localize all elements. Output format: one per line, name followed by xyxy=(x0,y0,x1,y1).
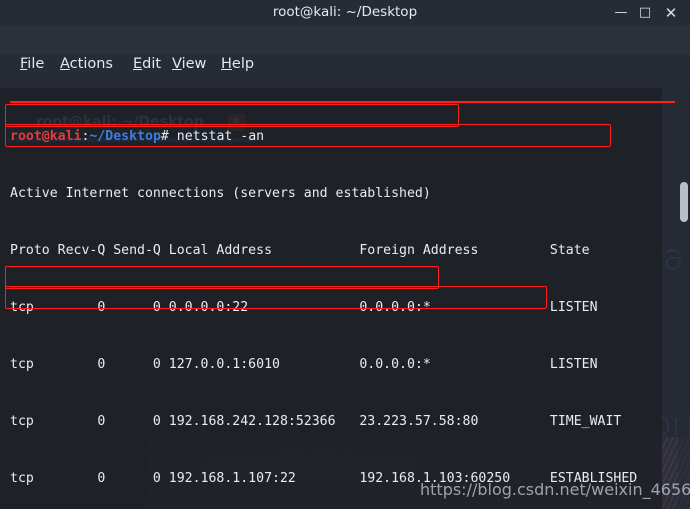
terminal-menubar: File Actions Edit View Help xyxy=(0,26,690,72)
inet-row: tcp 0 0 127.0.0.1:6010 0.0.0.0:* LISTEN xyxy=(10,357,598,372)
prompt-sigil: # xyxy=(160,129,177,144)
minimize-button[interactable]: — xyxy=(612,4,630,22)
inet-section-title: Active Internet connections (servers and… xyxy=(10,186,431,201)
window-title: root@kali: ~/Desktop xyxy=(272,4,418,20)
maximize-button[interactable]: □ xyxy=(636,4,654,22)
terminal-screen[interactable]: root@kali:~/Desktop# netstat -an Active … xyxy=(0,88,690,509)
terminal-scrollbar-thumb[interactable] xyxy=(680,182,688,222)
blog-watermark: https://blog.csdn.net/weixin_46563048 xyxy=(420,480,690,499)
terminal-window: root@kali: ~/Desktop — □ ✕ File Actions … xyxy=(0,0,690,509)
close-button[interactable]: ✕ xyxy=(662,4,680,22)
terminal-output: root@kali:~/Desktop# netstat -an Active … xyxy=(10,89,653,509)
terminal-titlebar[interactable]: root@kali: ~/Desktop — □ ✕ xyxy=(0,0,690,26)
inet-table-header: Proto Recv-Q Send-Q Local Address Foreig… xyxy=(10,243,590,258)
prompt-user-host: root@kali xyxy=(10,129,82,144)
terminal-tabbar: root@kali: ~/Desktop ✖ xyxy=(0,54,690,142)
terminal-scrollbar-track[interactable] xyxy=(678,88,690,509)
terminal-prompt-line: root@kali:~/Desktop# netstat -an xyxy=(10,127,653,146)
prompt-path: ~/Desktop xyxy=(89,129,161,144)
inet-row: tcp 0 0 192.168.242.128:52366 23.223.57.… xyxy=(10,414,622,429)
inet-row: tcp 0 0 0.0.0.0:22 0.0.0.0:* LISTEN xyxy=(10,300,598,315)
prompt-command: netstat -an xyxy=(176,129,265,144)
